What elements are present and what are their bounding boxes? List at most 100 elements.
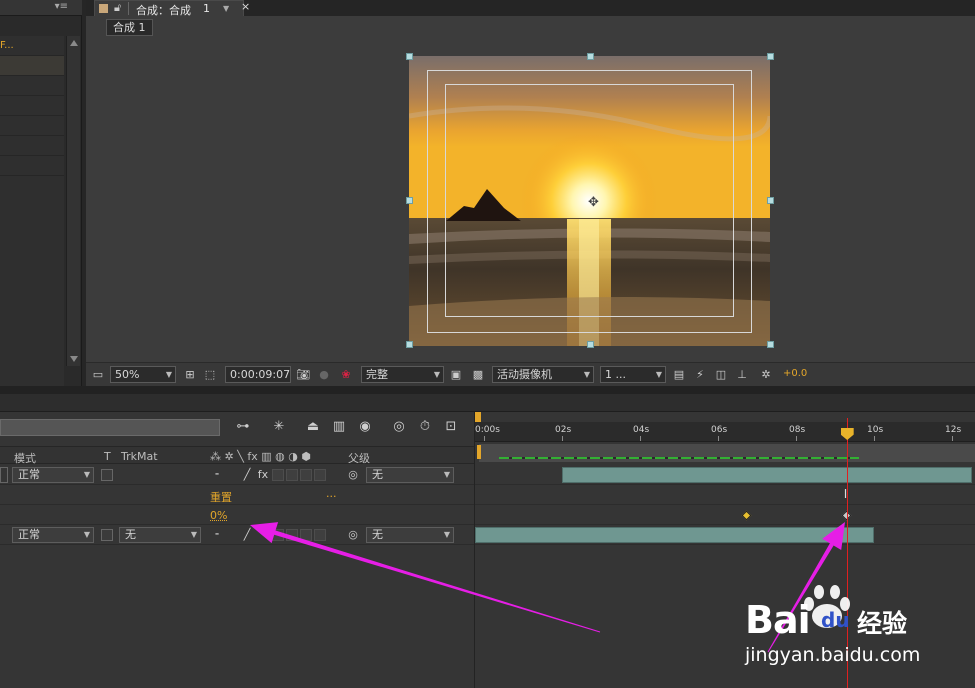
project-item[interactable] — [0, 76, 64, 96]
switch-box[interactable] — [286, 469, 298, 481]
switch-box[interactable] — [300, 529, 312, 541]
project-item[interactable] — [0, 96, 64, 116]
switch-box[interactable] — [314, 469, 326, 481]
flowchart-icon[interactable]: ⊥ — [734, 367, 750, 382]
pixel-aspect-icon[interactable]: ▤ — [671, 367, 687, 382]
zoom-value: 50% — [115, 368, 140, 381]
trkmat-dropdown[interactable]: 无 ▼ — [119, 527, 201, 543]
pickwhip-icon[interactable]: ◎ — [346, 468, 360, 482]
transform-handle[interactable] — [587, 53, 594, 60]
preserve-transparency-checkbox[interactable] — [101, 469, 113, 481]
transform-handle[interactable] — [767, 341, 774, 348]
fast-previews-icon[interactable]: ▣ — [448, 367, 464, 382]
frame-blending-icon[interactable]: ▥ — [330, 418, 348, 436]
shy-switch-icon[interactable]: ⁃ — [210, 468, 224, 482]
switch-box[interactable] — [314, 529, 326, 541]
parent-value: 无 — [372, 528, 383, 541]
reset-more[interactable]: ... — [326, 487, 337, 500]
stopwatch-icon[interactable]: ⏱ — [416, 418, 434, 436]
toggle-transparency-icon[interactable]: ▩ — [470, 367, 486, 382]
work-area-start-handle[interactable] — [475, 412, 481, 422]
draft-3d-icon[interactable]: ✳ — [270, 418, 288, 436]
project-item[interactable] — [0, 136, 64, 156]
ruler-tick — [874, 436, 875, 441]
snapshot-icon[interactable]: 📷︎ — [295, 367, 311, 382]
mode-dropdown[interactable]: 正常 ▼ — [12, 467, 94, 483]
work-area-handle[interactable] — [477, 445, 481, 459]
live-update-icon[interactable]: ⊡ — [442, 418, 460, 436]
mode-dropdown[interactable]: 正常 ▼ — [12, 527, 94, 543]
parent-dropdown[interactable]: 无 ▼ — [366, 527, 454, 543]
tab-composition[interactable]: 🔓︎ 合成：合成 1 ▼ × — [94, 0, 250, 17]
hide-shy-layers-icon[interactable]: ⏏ — [304, 418, 322, 436]
effects-switch-icon[interactable]: fx — [256, 468, 270, 482]
view-layout-dropdown[interactable]: 1 ... ▼ — [600, 366, 666, 383]
show-snapshot-icon[interactable]: ● — [316, 367, 332, 382]
ruler-tick-label: 10s — [867, 425, 884, 435]
composition-mini-flowchart-icon[interactable]: ⊶ — [234, 418, 252, 436]
preserve-transparency-checkbox[interactable] — [101, 529, 113, 541]
project-item-selected[interactable] — [0, 56, 64, 76]
anchor-point-icon[interactable]: ✥ — [588, 195, 599, 210]
panel-divider[interactable] — [0, 386, 975, 394]
fast-previews-bolt-icon[interactable]: ⚡︎ — [692, 367, 708, 382]
transform-handle[interactable] — [406, 53, 413, 60]
composition-viewer: 🔓︎ 合成：合成 1 ▼ × 合成 1 ✥ — [86, 0, 975, 386]
timeline-icon[interactable]: ◫ — [713, 367, 729, 382]
column-header: 模式 T TrkMat ⁂ ✲ ╲ fx ▥ ◍ ◑ ⬢ 父级 — [0, 446, 474, 465]
channel-icon[interactable]: ❀ — [338, 367, 354, 382]
switch-box[interactable] — [272, 529, 284, 541]
current-time-display[interactable]: 0:00:09:07 — [225, 366, 291, 383]
keyframe-diamond[interactable] — [741, 510, 752, 521]
camera-dropdown[interactable]: 活动摄像机 ▼ — [492, 366, 594, 383]
pickwhip-icon[interactable]: ◎ — [346, 528, 360, 542]
layer-duration-bar[interactable] — [562, 467, 972, 483]
lock-icon[interactable]: 🔓︎ — [114, 1, 121, 15]
layer-row[interactable]: 正常 ▼ ⁃ ╱ fx ◎ 无 ▼ — [0, 465, 474, 485]
transform-handle[interactable] — [767, 197, 774, 204]
composition-color-icon — [99, 4, 108, 13]
region-of-interest-icon[interactable]: ⊞ — [182, 367, 198, 382]
layer-search-input[interactable] — [0, 419, 220, 436]
breadcrumb[interactable]: 合成 1 — [106, 19, 153, 36]
scroll-down-icon[interactable] — [70, 356, 78, 362]
switch-box[interactable] — [286, 529, 298, 541]
zoom-dropdown[interactable]: 50% ▼ — [110, 366, 176, 383]
reset-exposure-icon[interactable]: ✲ — [758, 367, 774, 382]
property-value[interactable]: 0% — [210, 509, 227, 522]
transform-handle[interactable] — [406, 197, 413, 204]
transparency-grid-icon[interactable]: ⬚ — [202, 367, 218, 382]
graph-editor-icon[interactable]: ◎ — [390, 418, 408, 436]
project-item[interactable]: F... — [0, 36, 64, 56]
transform-handle[interactable] — [587, 341, 594, 348]
reset-link[interactable]: 重置 — [210, 489, 232, 505]
project-item[interactable] — [0, 116, 64, 136]
transform-handle[interactable] — [406, 341, 413, 348]
layer-row[interactable]: 正常 ▼ 无 ▼ ⁃ ╱ ◎ 无 ▼ — [0, 525, 474, 545]
motion-blur-icon[interactable]: ◉ — [356, 418, 374, 436]
scroll-up-icon[interactable] — [70, 40, 78, 46]
chevron-down-icon: ▼ — [190, 530, 197, 539]
resolution-dropdown[interactable]: 完整 ▼ — [361, 366, 444, 383]
time-ruler[interactable]: 0:00s 02s 04s 06s 08s 10s 12s — [475, 422, 975, 442]
tab-divider — [128, 2, 129, 15]
project-item[interactable] — [0, 156, 64, 176]
always-preview-icon[interactable]: ▭ — [90, 367, 106, 382]
work-area-bar[interactable] — [479, 444, 975, 462]
exposure-value[interactable]: +0.0 — [783, 368, 807, 379]
quality-switch-icon[interactable]: ╱ — [240, 468, 254, 482]
layer-duration-bar[interactable] — [475, 527, 874, 543]
tab-dropdown-icon[interactable]: ▼ — [223, 4, 229, 13]
layer-label-swatch[interactable] — [0, 467, 8, 483]
switch-box[interactable] — [300, 469, 312, 481]
project-scrollbar[interactable] — [66, 36, 80, 366]
quality-switch-icon[interactable]: ╱ — [240, 528, 254, 542]
shy-switch-icon[interactable]: ⁃ — [210, 528, 224, 542]
switch-box[interactable] — [272, 469, 284, 481]
transform-handle[interactable] — [767, 53, 774, 60]
parent-dropdown[interactable]: 无 ▼ — [366, 467, 454, 483]
ruler-tick — [484, 436, 485, 441]
ruler-tick — [952, 436, 953, 441]
close-icon[interactable]: × — [241, 0, 250, 13]
panel-menu-icon[interactable]: ▾≡ — [55, 1, 68, 12]
